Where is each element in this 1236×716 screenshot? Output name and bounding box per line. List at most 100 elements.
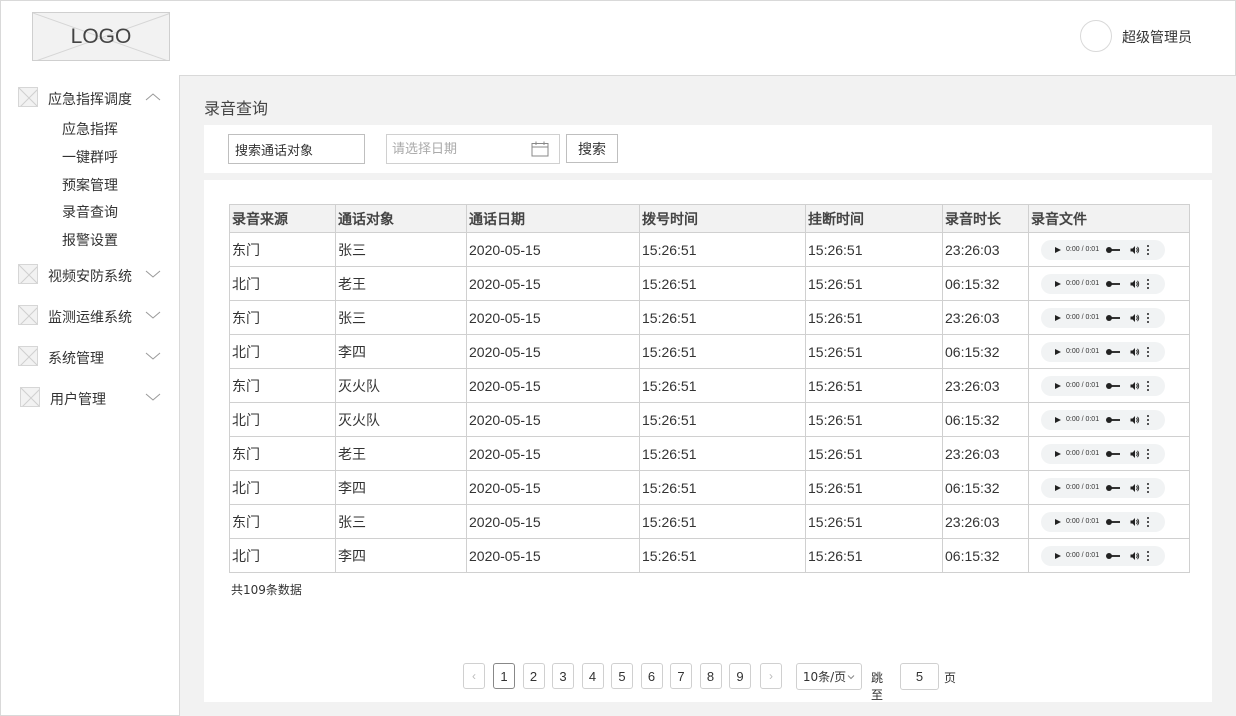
audio-progress-slider[interactable] — [1106, 416, 1120, 423]
volume-icon[interactable] — [1130, 279, 1140, 289]
calendar-icon[interactable] — [531, 141, 549, 157]
volume-icon[interactable] — [1130, 313, 1140, 323]
page-size-select[interactable]: 10条/页 — [796, 663, 862, 690]
more-options-icon[interactable] — [1147, 448, 1150, 459]
duration-cell: 23:26:03 — [942, 300, 1029, 335]
search-target-input[interactable] — [228, 134, 365, 164]
audio-player[interactable]: 0:00 / 0:01 — [1041, 409, 1165, 430]
table-body: 东门 张三 2020-05-15 15:26:51 15:26:51 23:26:03 0:… — [229, 232, 1190, 573]
audio-player[interactable]: 0:00 / 0:01 — [1041, 273, 1165, 294]
play-icon[interactable] — [1055, 552, 1061, 559]
play-icon[interactable] — [1055, 280, 1061, 287]
sidebar-item-alarm-settings[interactable]: 报警设置 — [62, 230, 118, 250]
audio-progress-slider[interactable] — [1106, 484, 1120, 491]
more-options-icon[interactable] — [1147, 482, 1150, 493]
volume-icon[interactable] — [1130, 517, 1140, 527]
volume-icon[interactable] — [1130, 381, 1140, 391]
prev-page-button[interactable]: ‹ — [463, 663, 485, 689]
table-row: 北门 灭火队 2020-05-15 15:26:51 15:26:51 06:15:32 0… — [229, 402, 1190, 437]
sidebar-group-system-management[interactable]: 系统管理 — [1, 344, 181, 370]
play-icon[interactable] — [1055, 416, 1061, 423]
audio-player[interactable]: 0:00 / 0:01 — [1041, 545, 1165, 566]
placeholder-image-icon — [18, 87, 38, 107]
play-icon[interactable] — [1055, 348, 1061, 355]
next-page-button[interactable]: › — [760, 663, 782, 689]
sidebar-item-plan-management[interactable]: 预案管理 — [62, 175, 118, 195]
page-button[interactable]: 2 — [522, 663, 545, 689]
audio-player[interactable]: 0:00 / 0:01 — [1041, 307, 1165, 328]
sidebar-item-group-call[interactable]: 一键群呼 — [62, 147, 118, 167]
jump-page-input[interactable] — [900, 663, 939, 690]
play-icon[interactable] — [1055, 518, 1061, 525]
audio-player[interactable]: 0:00 / 0:01 — [1041, 375, 1165, 396]
audio-progress-slider[interactable] — [1106, 518, 1120, 525]
audio-progress-slider[interactable] — [1106, 348, 1120, 355]
page-button[interactable]: 4 — [581, 663, 604, 689]
user-name[interactable]: 超级管理员 — [1122, 27, 1192, 47]
chevron-down-icon — [847, 674, 855, 679]
volume-icon[interactable] — [1130, 551, 1140, 561]
audio-progress-slider[interactable] — [1106, 246, 1120, 253]
audio-player[interactable]: 0:00 / 0:01 — [1041, 239, 1165, 260]
play-icon[interactable] — [1055, 450, 1061, 457]
page-button[interactable]: 7 — [670, 663, 692, 689]
page-button[interactable]: 5 — [611, 663, 633, 689]
duration-cell: 06:15:32 — [942, 266, 1029, 301]
table-row: 北门 李四 2020-05-15 15:26:51 15:26:51 06:15:32 0:… — [229, 538, 1190, 573]
audio-file-cell: 0:00 / 0:01 — [1028, 504, 1190, 539]
search-button[interactable]: 搜索 — [566, 134, 618, 163]
page-button[interactable]: 3 — [552, 663, 574, 689]
page-button[interactable]: 1 — [493, 663, 515, 689]
more-options-icon[interactable] — [1147, 414, 1150, 425]
audio-player[interactable]: 0:00 / 0:01 — [1041, 511, 1165, 532]
page-button[interactable]: 9 — [729, 663, 751, 689]
table-row: 东门 灭火队 2020-05-15 15:26:51 15:26:51 23:26:03 0… — [229, 368, 1190, 403]
sidebar-item-recording-query[interactable]: 录音查询 — [62, 202, 118, 222]
volume-icon[interactable] — [1130, 415, 1140, 425]
more-options-icon[interactable] — [1147, 278, 1150, 289]
page-button[interactable]: 6 — [640, 663, 663, 689]
more-options-icon[interactable] — [1147, 312, 1150, 323]
play-icon[interactable] — [1055, 314, 1061, 321]
date-picker[interactable] — [386, 134, 560, 164]
more-options-icon[interactable] — [1147, 346, 1150, 357]
more-options-icon[interactable] — [1147, 244, 1150, 255]
hangup-time-cell: 15:26:51 — [805, 300, 943, 335]
more-options-icon[interactable] — [1147, 380, 1150, 391]
audio-progress-slider[interactable] — [1106, 382, 1120, 389]
play-icon[interactable] — [1055, 484, 1061, 491]
audio-progress-slider[interactable] — [1106, 280, 1120, 287]
more-options-icon[interactable] — [1147, 516, 1150, 527]
volume-icon[interactable] — [1130, 449, 1140, 459]
sidebar-item-emergency-command[interactable]: 应急指挥 — [62, 119, 118, 139]
audio-player[interactable]: 0:00 / 0:01 — [1041, 341, 1165, 362]
sidebar-group-label: 监测运维系统 — [48, 310, 132, 326]
volume-icon[interactable] — [1130, 347, 1140, 357]
sidebar-group-video-security[interactable]: 视频安防系统 — [1, 262, 181, 288]
dial-time-cell: 15:26:51 — [639, 266, 806, 301]
search-panel: 搜索 — [204, 125, 1212, 173]
sidebar-group-monitoring[interactable]: 监测运维系统 — [1, 303, 181, 329]
sidebar-group-emergency[interactable]: 应急指挥调度 — [1, 85, 181, 111]
audio-time: 0:00 / 0:01 — [1066, 416, 1100, 423]
play-icon[interactable] — [1055, 246, 1061, 253]
audio-player[interactable]: 0:00 / 0:01 — [1041, 477, 1165, 498]
play-icon[interactable] — [1055, 382, 1061, 389]
page-button[interactable]: 8 — [699, 663, 722, 689]
date-input[interactable] — [387, 135, 527, 163]
avatar[interactable] — [1080, 20, 1112, 52]
sidebar-group-user-management[interactable]: 用户管理 — [1, 385, 181, 411]
table-row: 东门 老王 2020-05-15 15:26:51 15:26:51 23:26:03 0:… — [229, 436, 1190, 471]
audio-progress-slider[interactable] — [1106, 552, 1120, 559]
logo: LOGO — [32, 12, 170, 61]
audio-player[interactable]: 0:00 / 0:01 — [1041, 443, 1165, 464]
volume-icon[interactable] — [1130, 483, 1140, 493]
column-header: 通话对象 — [335, 204, 467, 233]
audio-progress-slider[interactable] — [1106, 450, 1120, 457]
source-cell: 东门 — [229, 436, 336, 471]
more-options-icon[interactable] — [1147, 550, 1150, 561]
volume-icon[interactable] — [1130, 245, 1140, 255]
audio-progress-slider[interactable] — [1106, 314, 1120, 321]
source-cell: 东门 — [229, 504, 336, 539]
contact-cell: 张三 — [335, 300, 467, 335]
